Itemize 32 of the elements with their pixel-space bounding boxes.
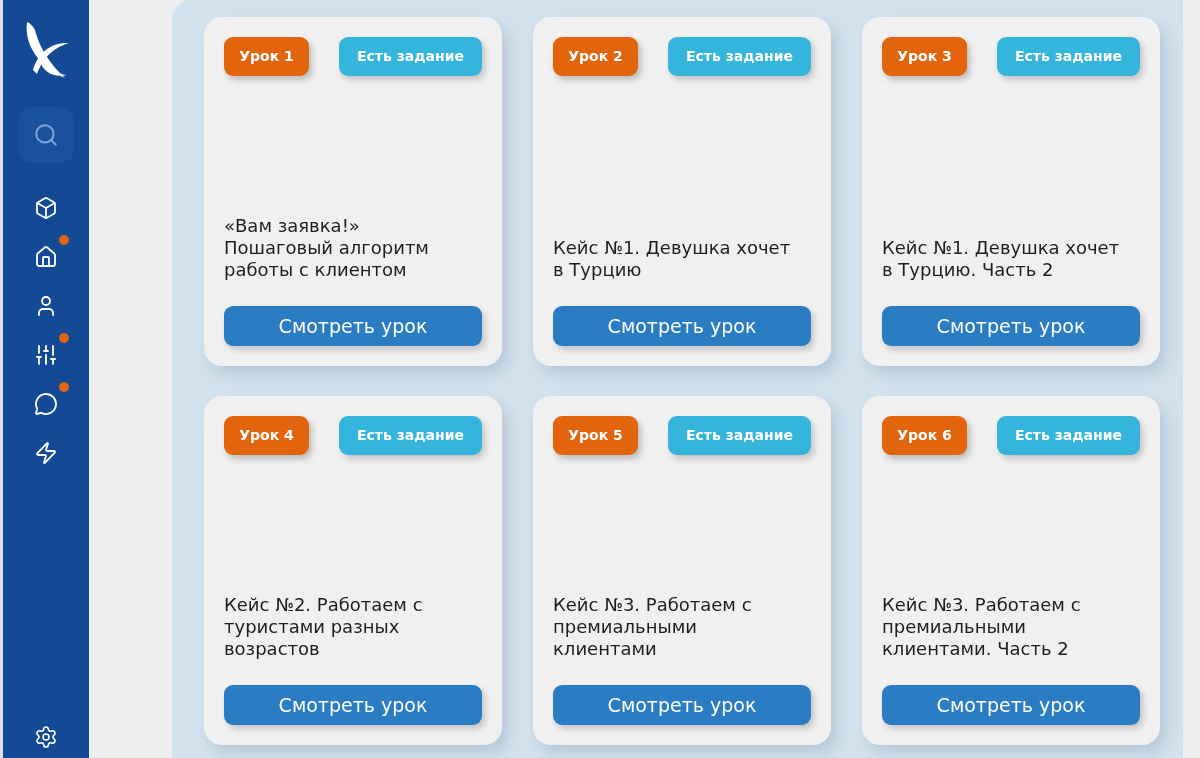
lesson-number-badge: Урок 6 (882, 416, 967, 455)
home-icon (34, 244, 58, 269)
task-badge: Есть задание (668, 416, 811, 455)
watch-lesson-button[interactable]: Смотреть урок (553, 685, 811, 725)
task-badge: Есть задание (339, 37, 482, 76)
lesson-title: Кейс №2. Работаем с туристами разных возрастов (224, 594, 424, 660)
watch-lesson-button[interactable]: Смотреть урок (224, 306, 482, 346)
chat-bubble-icon (34, 391, 58, 416)
lesson-number-badge: Урок 4 (224, 416, 309, 455)
task-badge: Есть задание (997, 416, 1140, 455)
lesson-number-badge: Урок 2 (553, 37, 638, 76)
task-badge: Есть задание (997, 37, 1140, 76)
watch-lesson-button[interactable]: Смотреть урок (882, 306, 1140, 346)
lesson-title: Кейс №1. Девушка хочет в Турцию. Часть 2 (882, 237, 1121, 281)
lesson-number-badge: Урок 3 (882, 37, 967, 76)
lesson-title: Кейс №3. Работаем с премиальными клиентами. Часть 2 (882, 594, 1082, 660)
search-icon (33, 122, 59, 148)
watch-lesson-button[interactable]: Смотреть урок (224, 685, 482, 725)
lesson-number-badge: Урок 5 (553, 416, 638, 455)
cube-icon (34, 195, 58, 220)
lightning-icon (34, 440, 58, 465)
lesson-title: Кейс №3. Работаем с премиальными клиентами (553, 594, 753, 660)
watch-lesson-button[interactable]: Смотреть урок (882, 685, 1140, 725)
task-badge: Есть задание (339, 416, 482, 455)
search-button[interactable] (18, 107, 74, 163)
settings-icon (34, 725, 58, 749)
lesson-number-badge: Урок 1 (224, 37, 309, 76)
lesson-title: Кейс №1. Девушка хочет в Турцию (553, 237, 792, 281)
watch-lesson-button[interactable]: Смотреть урок (553, 306, 811, 346)
task-badge: Есть задание (668, 37, 811, 76)
sliders-icon (34, 342, 58, 367)
lesson-title: «Вам заявка!» Пошаговый алгоритм работы с клиентом (224, 215, 430, 281)
